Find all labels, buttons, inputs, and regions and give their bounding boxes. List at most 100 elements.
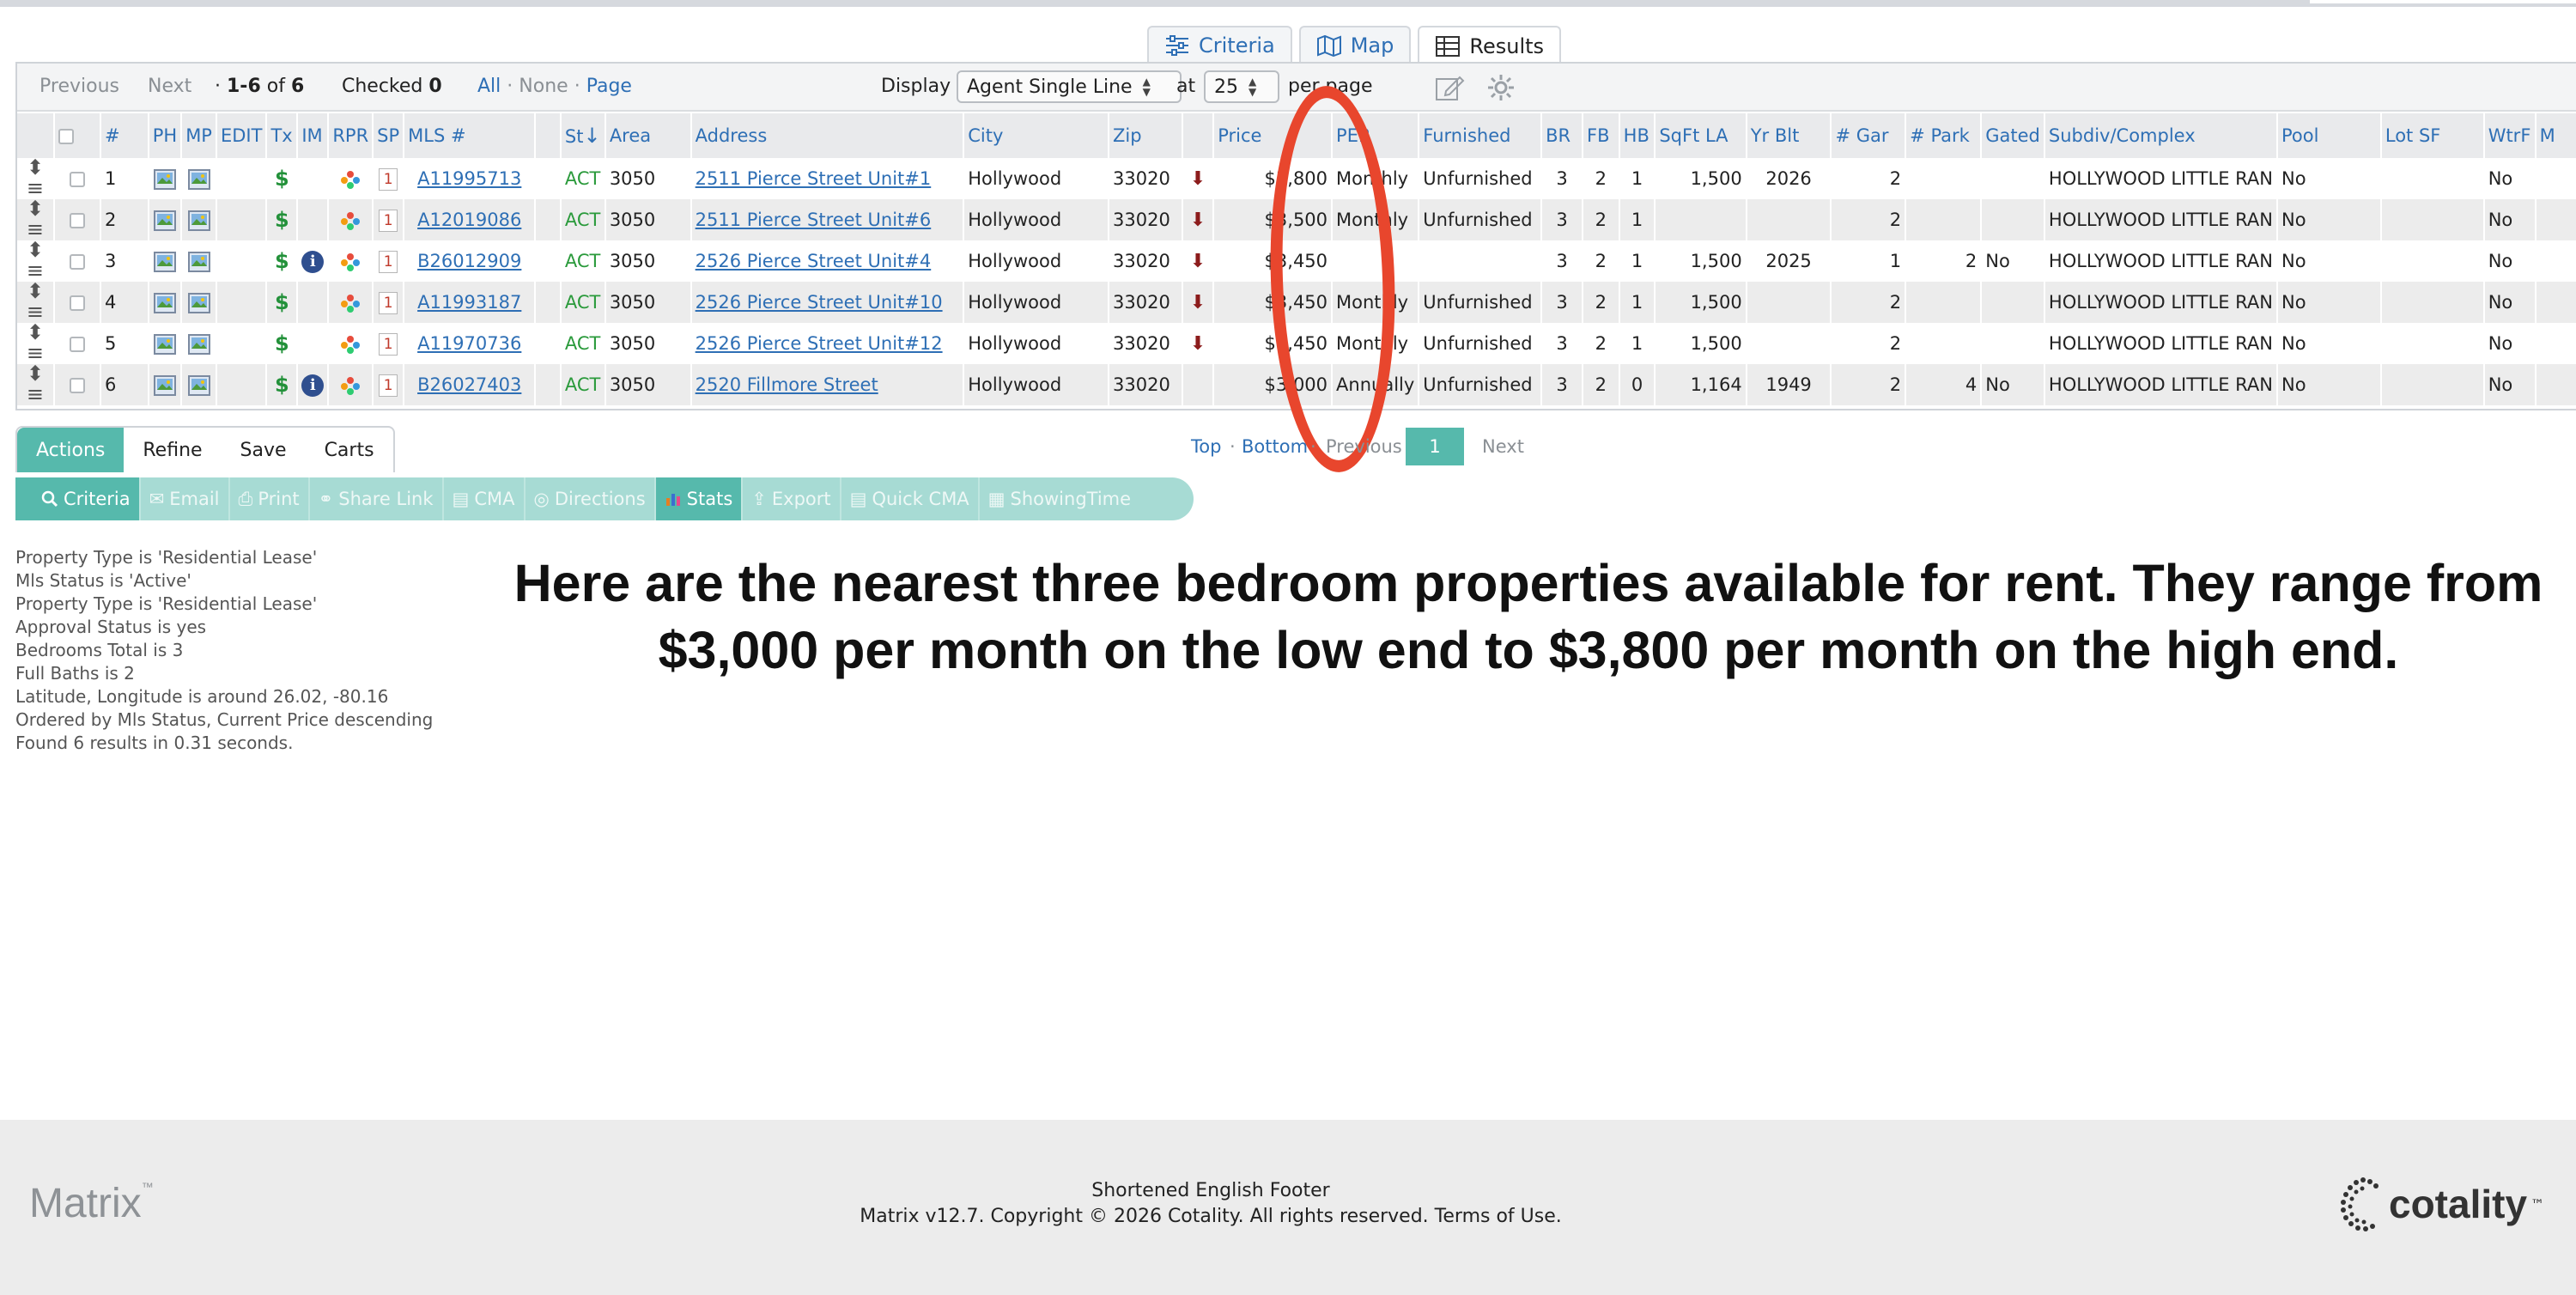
checkbox-cell[interactable] <box>53 158 102 199</box>
header-zip[interactable]: Zip <box>1109 113 1183 158</box>
calendar-badge-icon[interactable]: 1 <box>379 332 398 356</box>
checkbox-cell[interactable] <box>53 240 102 282</box>
header-mls[interactable]: MLS # <box>404 113 537 158</box>
header-tx[interactable]: Tx <box>266 113 299 158</box>
dollar-icon[interactable]: $ <box>275 331 289 356</box>
tab-map[interactable]: Map <box>1298 26 1412 64</box>
header-pool[interactable]: Pool <box>2276 113 2382 158</box>
rpr-pinwheel-icon[interactable] <box>339 169 361 190</box>
photo-cell[interactable] <box>148 364 183 405</box>
address-cell[interactable]: 2526 Pierce Street Unit#12 <box>690 323 965 364</box>
drag-handle-icon[interactable]: ⬍ ≡ <box>27 158 44 199</box>
address-cell[interactable]: 2520 Fillmore Street <box>690 364 965 405</box>
calendar-badge-icon[interactable]: 1 <box>379 250 398 273</box>
sp-cell[interactable]: 1 <box>373 282 405 323</box>
calendar-badge-icon[interactable]: 1 <box>379 209 398 232</box>
drag-cell[interactable]: ⬍ ≡ <box>17 323 55 364</box>
next-link[interactable]: Next <box>148 76 191 97</box>
photo-icon[interactable] <box>153 374 176 396</box>
photo-cell[interactable] <box>148 282 183 323</box>
pager-current-page[interactable]: 1 <box>1406 428 1464 465</box>
print-action-button[interactable]: ⎙ Print <box>230 477 310 520</box>
header-furnished[interactable]: Furnished <box>1419 113 1543 158</box>
previous-link[interactable]: Previous <box>39 76 119 97</box>
share-link-action-button[interactable]: ⚭ Share Link <box>310 477 444 520</box>
header-br[interactable]: BR <box>1541 113 1584 158</box>
table-row[interactable]: ⬍ ≡ 2 $1 A12019086 ACT 3050 2511 Pierce Street … <box>17 199 2576 240</box>
header-city[interactable]: City <box>963 113 1110 158</box>
showingtime-action-button[interactable]: ▦ ShowingTime <box>980 477 1139 520</box>
drag-cell[interactable]: ⬍ ≡ <box>17 364 55 405</box>
drag-handle-icon[interactable]: ⬍ ≡ <box>27 323 44 364</box>
mls-cell[interactable]: B26012909 <box>404 240 537 282</box>
pager-next-link[interactable]: Next <box>1482 436 1524 457</box>
rpr-pinwheel-icon[interactable] <box>339 293 361 313</box>
rpr-pinwheel-icon[interactable] <box>339 210 361 231</box>
row-checkbox[interactable] <box>69 378 85 393</box>
mls-link[interactable]: B26012909 <box>417 251 521 271</box>
tax-cell[interactable]: $ <box>266 282 299 323</box>
drag-handle-icon[interactable]: ⬍ ≡ <box>27 282 44 323</box>
header-fb[interactable]: FB <box>1583 113 1620 158</box>
rpr-pinwheel-icon[interactable] <box>339 334 361 355</box>
pager-previous-link[interactable]: Previous <box>1326 436 1402 457</box>
photo-icon[interactable] <box>153 292 176 313</box>
address-cell[interactable]: 2511 Pierce Street Unit#6 <box>690 199 965 240</box>
rpr-cell[interactable] <box>328 323 374 364</box>
terms-of-use-link[interactable]: Terms of Use. <box>1435 1206 1562 1227</box>
dollar-icon[interactable]: $ <box>275 249 289 273</box>
photo-icon[interactable] <box>153 210 176 231</box>
header-mp[interactable]: MP <box>181 113 217 158</box>
map-thumbnail-icon[interactable] <box>187 292 210 313</box>
photo-icon[interactable] <box>153 333 176 355</box>
header-gated[interactable]: Gated <box>1981 113 2045 158</box>
tax-cell[interactable]: $ <box>266 364 299 405</box>
pager-top-link[interactable]: Top <box>1191 436 1221 457</box>
header-m[interactable]: M <box>2535 113 2576 158</box>
header-yrblt[interactable]: Yr Blt <box>1746 113 1832 158</box>
criteria-action-button[interactable]: Criteria <box>15 477 141 520</box>
rpr-pinwheel-icon[interactable] <box>339 375 361 396</box>
address-link[interactable]: 2511 Pierce Street Unit#6 <box>696 210 932 230</box>
mls-cell[interactable]: B26027403 <box>404 364 537 405</box>
mls-link[interactable]: A11995713 <box>417 168 521 189</box>
header-area[interactable]: Area <box>605 113 692 158</box>
tab-refine[interactable]: Refine <box>124 428 221 472</box>
photo-cell[interactable] <box>148 158 183 199</box>
info-icon[interactable]: i <box>301 374 325 397</box>
directions-action-button[interactable]: ◎ Directions <box>526 477 656 520</box>
mls-cell[interactable]: A11993187 <box>404 282 537 323</box>
tab-carts[interactable]: Carts <box>306 428 393 472</box>
header-sqft[interactable]: SqFt LA <box>1655 113 1747 158</box>
display-select[interactable]: Agent Single Line ▲ ▼ <box>957 70 1182 103</box>
photo-cell[interactable] <box>148 240 183 282</box>
address-link[interactable]: 2526 Pierce Street Unit#12 <box>696 333 943 354</box>
dollar-icon[interactable]: $ <box>275 208 289 232</box>
header-park[interactable]: # Park <box>1905 113 1983 158</box>
header-subdiv[interactable]: Subdiv/Complex <box>2044 113 2278 158</box>
drag-cell[interactable]: ⬍ ≡ <box>17 158 55 199</box>
photo-cell[interactable] <box>148 323 183 364</box>
select-all-checkbox[interactable] <box>58 129 74 144</box>
sp-cell[interactable]: 1 <box>373 158 405 199</box>
gear-icon[interactable] <box>1485 72 1516 103</box>
mls-link[interactable]: A11993187 <box>417 292 521 313</box>
header-st[interactable]: St↓ <box>560 113 606 158</box>
map-cell[interactable] <box>181 282 217 323</box>
tab-actions[interactable]: Actions <box>17 428 125 472</box>
map-thumbnail-icon[interactable] <box>187 168 210 190</box>
quick-cma-action-button[interactable]: ▤ Quick CMA <box>841 477 980 520</box>
checkbox-cell[interactable] <box>53 323 102 364</box>
map-cell[interactable] <box>181 240 217 282</box>
map-thumbnail-icon[interactable] <box>187 333 210 355</box>
drag-cell[interactable]: ⬍ ≡ <box>17 240 55 282</box>
map-thumbnail-icon[interactable] <box>187 210 210 231</box>
mls-cell[interactable]: A12019086 <box>404 199 537 240</box>
stats-action-button[interactable]: Stats <box>655 477 744 520</box>
tab-results[interactable]: Results <box>1418 26 1562 65</box>
dollar-icon[interactable]: $ <box>275 373 289 397</box>
mls-cell[interactable]: A11995713 <box>404 158 537 199</box>
header-num[interactable]: # <box>100 113 149 158</box>
table-row[interactable]: ⬍ ≡ 5 $1 A11970736 ACT 3050 2526 Pierce Street … <box>17 323 2576 364</box>
per-page-select[interactable]: 25 ▲ ▼ <box>1204 70 1279 103</box>
